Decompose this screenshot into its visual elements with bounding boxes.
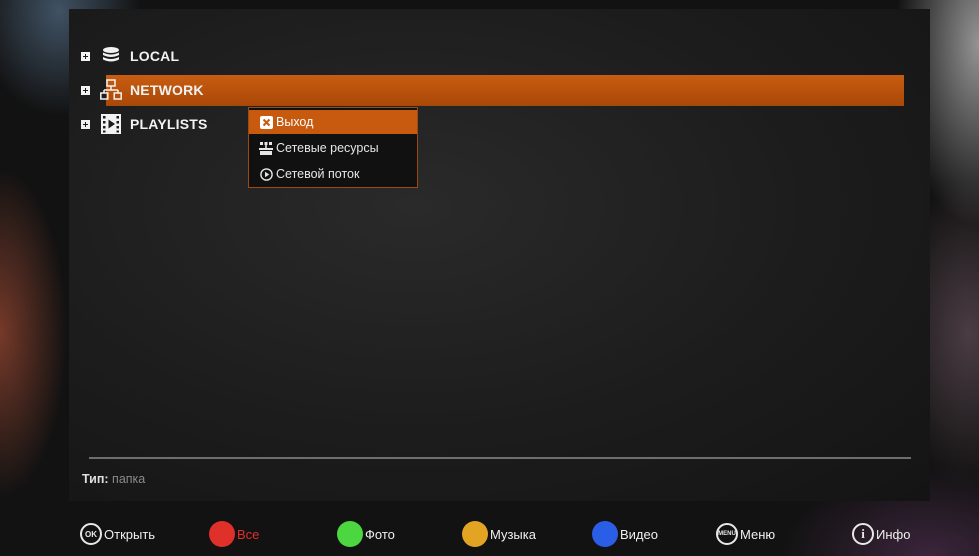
menu-item-label: Сетевой поток <box>276 167 360 181</box>
network-resources-icon <box>259 141 273 155</box>
hint-music-label: Музыка <box>490 526 536 542</box>
green-button-icon <box>337 521 363 547</box>
tree-item-label: LOCAL <box>130 48 180 64</box>
hint-open[interactable]: OK Открыть <box>80 521 155 547</box>
info-icon: i <box>852 523 874 545</box>
ok-button-icon: OK <box>80 523 102 545</box>
expand-icon[interactable] <box>81 51 90 61</box>
close-icon <box>259 115 273 129</box>
status-type-label: Тип: <box>82 472 109 486</box>
hint-open-label: Открыть <box>104 526 156 542</box>
hint-photo[interactable]: Фото <box>337 521 395 547</box>
menu-button-icon: MENU <box>716 523 738 545</box>
expand-icon[interactable] <box>81 85 90 95</box>
tree-item-label: NETWORK <box>130 82 204 98</box>
menu-item-network-stream[interactable]: Сетевой поток <box>249 162 417 186</box>
menu-item-exit[interactable]: Выход <box>249 110 417 134</box>
menu-item-label: Выход <box>276 115 314 129</box>
hint-all-label: Все <box>237 526 260 542</box>
network-icon <box>100 79 122 101</box>
menu-item-label: Сетевые ресурсы <box>276 141 379 155</box>
hint-photo-label: Фото <box>365 526 395 542</box>
hint-video[interactable]: Видео <box>592 521 658 547</box>
menu-item-network-resources[interactable]: Сетевые ресурсы <box>249 136 417 160</box>
filmstrip-icon <box>100 113 122 135</box>
divider <box>89 457 911 459</box>
selection-highlight <box>106 75 904 106</box>
tree-item-network[interactable]: NETWORK <box>81 76 204 104</box>
tree-item-playlists[interactable]: PLAYLISTS <box>81 110 208 138</box>
status-type-value: папка <box>112 472 146 486</box>
hint-all[interactable]: Все <box>209 521 259 547</box>
blue-button-icon <box>592 521 618 547</box>
play-circle-icon <box>259 167 273 181</box>
context-menu: Выход Сетевые ресурсы Сетевой поток <box>248 107 418 188</box>
expand-icon[interactable] <box>81 119 90 129</box>
hint-info-label: Инфо <box>876 526 911 542</box>
tree-item-local[interactable]: LOCAL <box>81 42 179 70</box>
hint-video-label: Видео <box>620 526 658 542</box>
red-button-icon <box>209 521 235 547</box>
yellow-button-icon <box>462 521 488 547</box>
hint-music[interactable]: Музыка <box>462 521 536 547</box>
file-browser-panel: LOCAL NETWORK PLAYLISTS Выход Сетевые ре… <box>69 9 930 501</box>
tree-item-label: PLAYLISTS <box>130 116 208 132</box>
hint-info[interactable]: i Инфо <box>852 521 910 547</box>
database-icon <box>100 45 122 67</box>
hint-menu-label: Меню <box>740 526 776 542</box>
hint-menu[interactable]: MENU Меню <box>716 521 775 547</box>
button-hints-bar: OK Открыть Все Фото Музыка Видео MENU Ме… <box>0 510 979 556</box>
status-line: Тип: папка <box>82 472 145 486</box>
